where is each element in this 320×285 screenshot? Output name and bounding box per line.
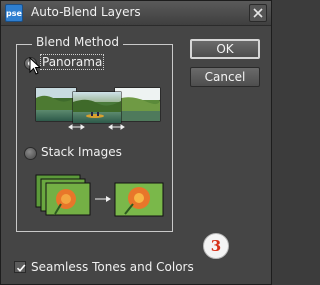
seamless-tones-checkbox[interactable] [14,261,26,273]
step-number-badge: 3 [203,233,229,259]
panorama-label[interactable]: Panorama [39,54,105,70]
checkmark-icon [16,264,26,272]
seamless-tones-label[interactable]: Seamless Tones and Colors [31,260,194,274]
stack-images-label[interactable]: Stack Images [41,145,122,159]
panorama-illustration [35,87,161,130]
cancel-button[interactable]: Cancel [190,67,260,87]
blend-method-title: Blend Method [32,35,123,49]
mouse-cursor-icon [29,57,41,75]
close-icon [253,8,263,18]
stack-images-illustration [35,174,164,217]
title-bar: pse Auto-Blend Layers [1,1,271,26]
stack-images-radio[interactable] [24,147,37,160]
ok-button[interactable]: OK [190,39,260,59]
auto-blend-dialog: pse Auto-Blend Layers Blend Method Panor… [0,0,272,285]
window-title: Auto-Blend Layers [31,5,141,19]
app-icon: pse [5,4,23,22]
close-button[interactable] [249,4,267,22]
